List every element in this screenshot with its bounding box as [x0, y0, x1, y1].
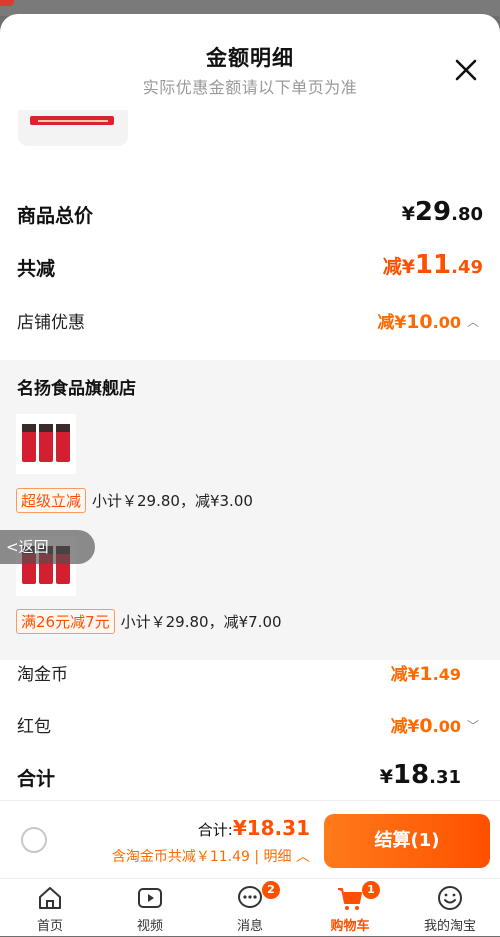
app-indicator: [0, 0, 14, 6]
footer-total: 合计:¥18.31: [198, 816, 310, 840]
goods-total-row: 商品总价 ¥29.80: [17, 197, 483, 228]
goods-total-amount: ¥29.80: [401, 197, 483, 227]
tab-label: 消息: [236, 919, 263, 934]
store-name: 名扬食品旗舰店: [17, 379, 136, 399]
item-subtotal-text: 小计￥29.80，减¥7.00: [120, 613, 282, 631]
tab-messages[interactable]: 2 消息: [200, 879, 300, 937]
message-icon: [238, 886, 262, 908]
video-icon: [138, 888, 162, 908]
tab-cart[interactable]: 1 购物车: [300, 879, 400, 937]
tab-label: 首页: [36, 919, 63, 934]
redpacket-row[interactable]: 红包 减¥0.00 ﹀: [17, 712, 483, 737]
store-discount-amount: 减¥10.00 ︿: [377, 311, 479, 333]
sheet-subtitle: 实际优惠金额请以下单页为准: [142, 78, 358, 97]
home-icon: [39, 887, 61, 909]
back-button[interactable]: <返回: [0, 530, 95, 564]
chevron-down-icon: ﹀: [466, 719, 479, 733]
bottom-tab-bar: 首页 视频 2 消息 1 购物车 我的淘宝: [0, 878, 500, 936]
grand-total-row: 合计 ¥18.31: [17, 760, 483, 791]
total-saved-row: 共减 减¥11.49: [17, 250, 483, 281]
checkout-button[interactable]: 结算(1): [324, 814, 490, 868]
tab-video[interactable]: 视频: [100, 879, 200, 937]
message-badge: 2: [262, 881, 280, 899]
item-discount-line: 满26元减7元 小计￥29.80，减¥7.00: [16, 609, 282, 634]
tab-home[interactable]: 首页: [0, 879, 100, 937]
coin-label: 淘金币: [17, 665, 68, 685]
grand-total-label: 合计: [17, 768, 56, 790]
product-image: [16, 414, 76, 474]
tab-label: 我的淘宝: [423, 919, 476, 934]
amount-detail-sheet: 金额明细 实际优惠金额请以下单页为准 商品总价 ¥29.80 共减 减¥11.4…: [0, 14, 500, 936]
close-icon[interactable]: [450, 54, 482, 86]
grand-total-amount: ¥18.31: [379, 760, 461, 790]
tab-label: 购物车: [330, 919, 370, 934]
chevron-left-icon: <: [6, 538, 19, 556]
profile-icon: [438, 886, 462, 910]
total-saved-label: 共减: [17, 258, 56, 280]
goods-total-label: 商品总价: [17, 205, 94, 227]
back-label: 返回: [18, 538, 49, 556]
total-saved-amount: 减¥11.49: [382, 250, 483, 280]
cart-icon: [338, 888, 362, 910]
footer-total-value: ¥18.31: [232, 816, 310, 840]
cart-badge: 1: [362, 881, 380, 899]
chevron-up-icon: ︿: [466, 315, 479, 329]
store-detail-panel: 名扬食品旗舰店 超级立减 小计￥29.80，减¥3.00 满26元减7元 小计￥29…: [0, 360, 500, 660]
item-subtotal-text: 小计￥29.80，减¥3.00: [92, 492, 253, 510]
discount-tag: 满26元减7元: [16, 609, 115, 634]
redpacket-label: 红包: [17, 717, 51, 737]
product-thumbnail: [18, 110, 128, 146]
coin-amount: 减¥1.49: [390, 663, 461, 685]
redpacket-amount: 减¥0.00 ﹀: [390, 715, 479, 737]
footer-total-label: 合计:: [197, 821, 233, 839]
footer-detail-text: 含淘金币共减￥11.49 | 明细: [111, 849, 292, 865]
select-all-radio[interactable]: [21, 827, 47, 853]
chevron-up-icon: ︿: [291, 849, 310, 865]
store-discount-row[interactable]: 店铺优惠 减¥10.00 ︿: [17, 308, 483, 333]
store-discount-label: 店铺优惠: [17, 313, 85, 333]
discount-tag: 超级立减: [16, 488, 87, 513]
tab-profile[interactable]: 我的淘宝: [400, 879, 500, 937]
footer-detail-link[interactable]: 含淘金币共减￥11.49 | 明细 ︿: [112, 846, 310, 866]
item-discount-line: 超级立减 小计￥29.80，减¥3.00: [16, 488, 253, 513]
sheet-title: 金额明细: [206, 46, 294, 70]
tab-label: 视频: [136, 919, 163, 934]
coin-row: 淘金币 减¥1.49: [17, 660, 483, 685]
